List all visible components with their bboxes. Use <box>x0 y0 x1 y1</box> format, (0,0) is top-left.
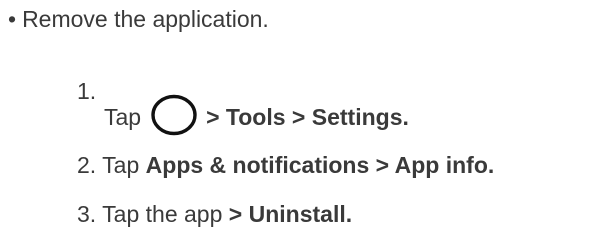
step-2-bold: Apps & notifications > App info. <box>145 152 495 178</box>
step-3: 3. Tap the app > Uninstall. <box>77 199 352 229</box>
step-3-bold: > Uninstall. <box>228 201 353 227</box>
home-circle-icon <box>149 94 199 136</box>
step-1: Tap > Tools > Settings. <box>104 92 409 136</box>
step-1-number: 1. <box>77 78 97 104</box>
bullet-text: Remove the application. <box>22 6 269 32</box>
step-3-number: 3. <box>77 201 97 227</box>
step-2-number: 2. <box>77 152 97 178</box>
bullet-item: • Remove the application. <box>8 4 269 34</box>
step-1-bold: > Tools > Settings. <box>206 104 409 130</box>
step-2: 2. Tap Apps & notifications > App info. <box>77 150 494 180</box>
step-1-prefix: Tap <box>104 104 142 130</box>
step-2-prefix: Tap <box>102 152 140 178</box>
bullet-marker: • <box>8 6 17 32</box>
step-3-prefix: Tap the app <box>102 201 223 227</box>
